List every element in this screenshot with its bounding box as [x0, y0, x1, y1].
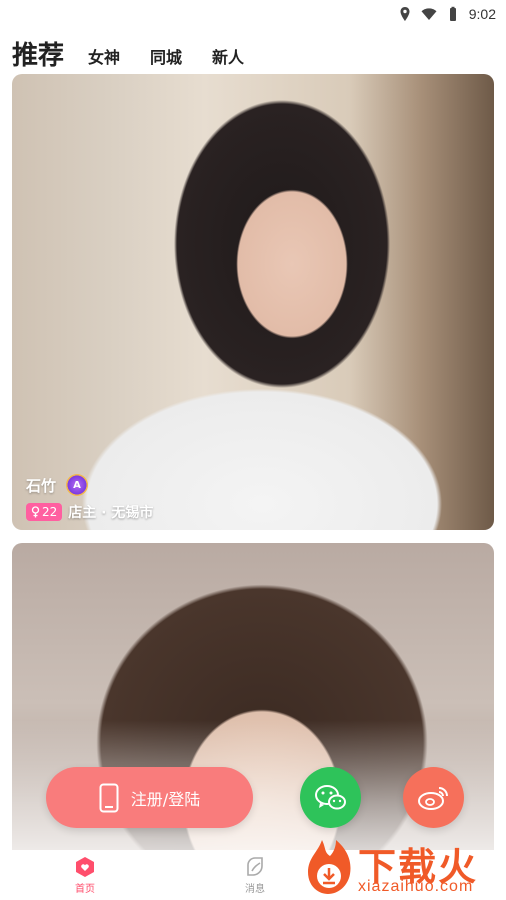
female-icon	[31, 506, 40, 518]
phone-icon	[99, 783, 119, 812]
status-time: 9:02	[468, 6, 496, 22]
register-login-label: 注册/登陆	[130, 789, 201, 809]
battery-icon	[449, 6, 456, 21]
message-leaf-icon	[247, 856, 263, 876]
watermark-logo: 下载火 xiazaihuo.com	[300, 832, 506, 900]
profile-card[interactable]: 石竹 A 22 店主 · 无锡市	[12, 74, 494, 530]
wechat-login-button[interactable]	[300, 767, 361, 828]
nav-item-home[interactable]: 首页	[0, 850, 170, 900]
profile-name: 石竹	[26, 476, 57, 495]
profile-job-city: 店主 · 无锡市	[68, 505, 154, 521]
location-icon	[400, 7, 410, 21]
tab-recommend[interactable]: 推荐	[12, 35, 64, 72]
wifi-icon	[421, 8, 437, 20]
tab-newcomer[interactable]: 新人	[212, 44, 244, 72]
profile-info: 石竹 A 22 店主 · 无锡市	[26, 474, 153, 522]
gender-age-chip: 22	[26, 503, 63, 521]
home-heart-icon	[76, 856, 94, 877]
nav-label-messages: 消息	[245, 883, 265, 895]
flame-logo-icon	[308, 840, 351, 894]
profile-age: 22	[42, 505, 58, 519]
wechat-icon	[314, 784, 346, 809]
watermark-subtitle: xiazaihuo.com	[358, 878, 474, 895]
vip-badge-icon: A	[66, 474, 89, 496]
register-login-button[interactable]: 注册/登陆	[46, 767, 253, 828]
tab-same-city[interactable]: 同城	[150, 44, 182, 72]
weibo-icon	[417, 786, 448, 810]
status-bar: 9:02	[0, 0, 506, 28]
profile-photo	[12, 74, 494, 530]
feed-tabs: 推荐 女神 同城 新人	[12, 36, 274, 72]
weibo-login-button[interactable]	[403, 767, 464, 828]
tab-goddess[interactable]: 女神	[88, 44, 120, 72]
nav-label-home: 首页	[75, 883, 95, 895]
